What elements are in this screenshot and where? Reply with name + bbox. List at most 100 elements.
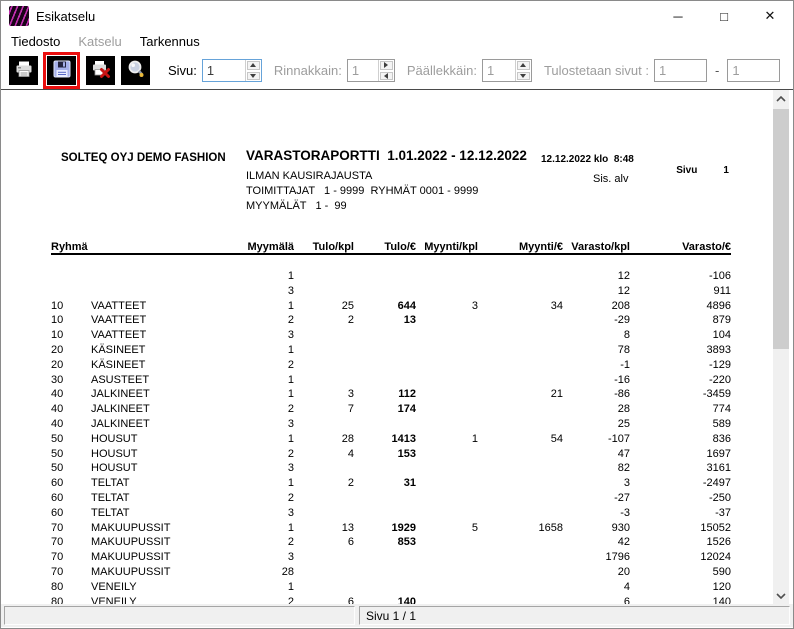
table-cell: TELTAT [91,476,231,491]
table-cell: 7 [294,402,354,417]
column-header: Myymälä [231,237,294,254]
table-cell: 3 [231,417,294,432]
report-vat-note: Sis. alv [593,173,628,185]
spin-down-icon [517,72,530,81]
cancel-print-icon [91,59,111,82]
table-row: 50HOUSUT1281413154-107836 [51,432,731,447]
table-cell [354,284,416,299]
table-cell: 153 [354,447,416,462]
column-header: Varasto/€ [630,237,731,254]
scrollbar-thumb[interactable] [773,109,789,349]
page-spinner[interactable]: 1 [202,59,262,82]
table-cell: 930 [563,521,630,536]
table-cell: 853 [354,535,416,550]
zoom-button[interactable] [121,56,150,85]
table-cell: 13 [354,313,416,328]
table-cell: 28 [231,565,294,580]
table-cell: 10 [51,299,91,314]
table-cell [294,491,354,506]
table-cell: VAATTEET [91,313,231,328]
close-button[interactable]: ✕ [747,1,793,31]
table-cell: 42 [563,535,630,550]
down-spinner: 1 [482,59,532,82]
table-cell [478,343,563,358]
vertical-scrollbar[interactable] [773,90,789,604]
table-cell [354,550,416,565]
spin-right-icon [380,61,393,70]
table-cell: MAKUUPUSSIT [91,565,231,580]
column-header: Myynti/kpl [416,237,478,254]
table-cell: 1 [416,432,478,447]
table-cell [416,284,478,299]
report-season-filter: ILMAN KAUSIRAJAUSTA [246,170,372,182]
table-cell: 140 [630,595,731,604]
table-cell: -2497 [630,476,731,491]
table-cell: 3 [563,476,630,491]
table-cell: 1 [231,387,294,402]
spin-down-icon[interactable] [247,72,260,81]
table-cell [416,535,478,550]
table-cell: 20 [51,343,91,358]
table-cell: KÄSINEET [91,358,231,373]
menu-tarkennus[interactable]: Tarkennus [131,32,209,51]
table-cell: MAKUUPUSSIT [91,550,231,565]
minimize-button[interactable]: ─ [655,1,701,31]
column-header: Myynti/€ [478,237,563,254]
table-cell: 104 [630,328,731,343]
table-cell [478,328,563,343]
table-row: 50HOUSUT3823161 [51,461,731,476]
table-cell [416,343,478,358]
table-cell: VENEILY [91,580,231,595]
table-cell: 2 [294,313,354,328]
menu-tiedosto[interactable]: Tiedosto [2,32,69,51]
table-cell: 1929 [354,521,416,536]
table-cell: -37 [630,506,731,521]
across-spinner-value: 1 [348,60,378,81]
table-cell [294,417,354,432]
table-cell: 31 [354,476,416,491]
table-cell: 4 [294,447,354,462]
table-cell [478,491,563,506]
table-cell: 20 [51,358,91,373]
print-button[interactable] [9,56,38,85]
table-row: 40JALKINEET1311221-86-3459 [51,387,731,402]
table-row: 70MAKUUPUSSIT2820590 [51,565,731,580]
table-cell: -3459 [630,387,731,402]
table-cell: -250 [630,491,731,506]
table-cell: 70 [51,521,91,536]
cancel-print-button[interactable] [86,56,115,85]
menu-katselu: Katselu [69,32,130,51]
table-cell: 3 [294,387,354,402]
save-button[interactable] [47,56,76,85]
table-cell [354,565,416,580]
scroll-down-icon[interactable] [773,587,789,604]
table-cell: 1526 [630,535,731,550]
table-cell: 112 [354,387,416,402]
table-cell: HOUSUT [91,447,231,462]
table-cell: 13 [294,521,354,536]
table-cell: HOUSUT [91,432,231,447]
table-cell: 1796 [563,550,630,565]
table-cell: 2 [294,476,354,491]
table-cell: 15052 [630,521,731,536]
table-cell [91,269,231,284]
table-cell: 3 [231,328,294,343]
table-cell: TELTAT [91,491,231,506]
table-cell [416,358,478,373]
window-title: Esikatselu [36,9,95,24]
maximize-button[interactable]: □ [701,1,747,31]
column-header: Tulo/kpl [294,237,354,254]
table-cell: 6 [294,595,354,604]
table-cell: 60 [51,506,91,521]
spin-up-icon[interactable] [247,61,260,70]
table-cell: 2 [231,491,294,506]
table-cell [478,565,563,580]
table-cell: 3 [231,284,294,299]
table-cell: ASUSTEET [91,373,231,388]
table-cell [478,269,563,284]
scroll-up-icon[interactable] [773,90,789,107]
table-cell [416,550,478,565]
table-cell [294,506,354,521]
table-row: 70MAKUUPUSSIT11319295165893015052 [51,521,731,536]
table-cell: 28 [563,402,630,417]
